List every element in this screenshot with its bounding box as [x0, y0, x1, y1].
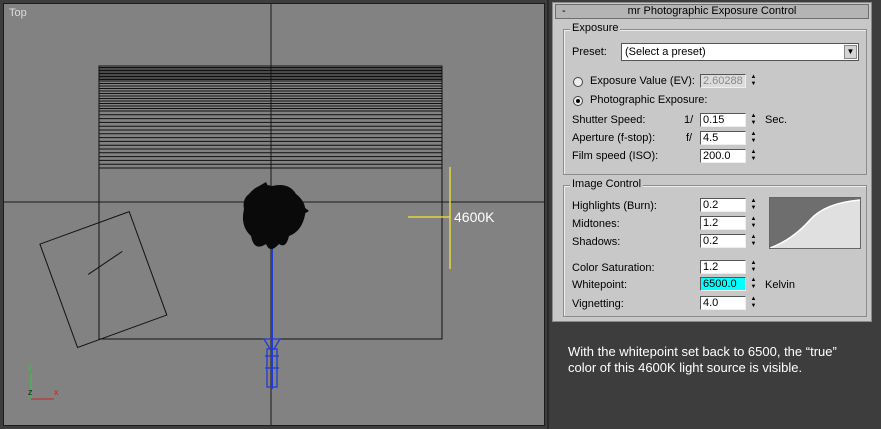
photographic-label: Photographic Exposure:: [590, 94, 708, 106]
whitepoint-label: Whitepoint:: [572, 279, 628, 291]
viewport-divider[interactable]: [547, 0, 549, 429]
saturation-field[interactable]: 1.2: [700, 260, 746, 274]
tone-curve-plot: [769, 198, 861, 249]
iso-label: Film speed (ISO):: [572, 150, 659, 162]
aperture-prefix: f/: [686, 132, 693, 144]
axis-gizmo: [30, 374, 54, 400]
viewport-label: Top: [9, 7, 27, 19]
vignetting-label: Vignetting:: [572, 298, 624, 310]
image-control-title: Image Control: [570, 178, 644, 190]
preset-value: (Select a preset): [625, 46, 706, 58]
ev-spinner[interactable]: ▲ ▼: [749, 74, 758, 88]
saturation-label: Color Saturation:: [572, 262, 655, 274]
plant-object: [242, 182, 309, 249]
ev-radio[interactable]: [573, 77, 583, 87]
midtones-field[interactable]: 1.2: [700, 216, 746, 230]
whitepoint-spinner[interactable]: ▲ ▼: [749, 277, 758, 291]
exposure-group-title: Exposure: [570, 22, 621, 34]
aperture-label: Aperture (f-stop):: [572, 132, 656, 144]
chevron-down-icon[interactable]: ▼: [844, 45, 857, 59]
iso-field[interactable]: 200.0: [700, 149, 746, 163]
shutter-spinner[interactable]: ▲ ▼: [749, 113, 758, 127]
shadows-spinner[interactable]: ▲ ▼: [749, 234, 758, 248]
highlights-spinner[interactable]: ▲ ▼: [749, 198, 758, 212]
highlights-label: Highlights (Burn):: [572, 200, 657, 212]
shadows-label: Shadows:: [572, 236, 621, 248]
tone-curve-graph: [769, 197, 861, 249]
shutter-unit: Sec.: [765, 114, 788, 126]
light-temperature-label: 4600K: [454, 209, 495, 225]
whitepoint-unit: Kelvin: [765, 279, 795, 291]
aperture-spinner[interactable]: ▲ ▼: [749, 131, 758, 145]
vignetting-field[interactable]: 4.0: [700, 296, 746, 310]
preset-dropdown[interactable]: (Select a preset) ▼: [621, 43, 859, 61]
ev-label: Exposure Value (EV):: [590, 75, 695, 87]
whitepoint-field[interactable]: 6500.0: [700, 277, 746, 291]
axis-z-label: z: [28, 387, 33, 397]
caption-text: With the whitepoint set back to 6500, th…: [568, 344, 837, 375]
vignetting-spinner[interactable]: ▲ ▼: [749, 296, 758, 310]
tilted-box: [39, 210, 168, 349]
highlights-field[interactable]: 0.2: [700, 198, 746, 212]
saturation-spinner[interactable]: ▲ ▼: [749, 260, 758, 274]
rollout-title: mr Photographic Exposure Control: [627, 5, 797, 17]
midtones-spinner[interactable]: ▲ ▼: [749, 216, 758, 230]
rollout-header[interactable]: - mr Photographic Exposure Control: [555, 4, 869, 19]
axis-x-label: x: [54, 387, 59, 397]
exposure-control-rollout: - mr Photographic Exposure Control Expos…: [552, 2, 872, 322]
ev-field[interactable]: 2.60288: [700, 74, 746, 88]
shutter-speed-field[interactable]: 0.15: [700, 113, 746, 127]
axis-y-label: y: [28, 361, 33, 371]
preset-label: Preset:: [572, 46, 607, 58]
shadows-field[interactable]: 0.2: [700, 234, 746, 248]
aperture-field[interactable]: 4.5: [700, 131, 746, 145]
photographic-radio[interactable]: [573, 96, 583, 106]
midtones-label: Midtones:: [572, 218, 620, 230]
iso-spinner[interactable]: ▲ ▼: [749, 149, 758, 163]
shutter-label: Shutter Speed:: [572, 114, 646, 126]
shutter-prefix: 1/: [684, 114, 694, 126]
top-viewport[interactable]: Top 4600K y z x: [3, 3, 545, 426]
